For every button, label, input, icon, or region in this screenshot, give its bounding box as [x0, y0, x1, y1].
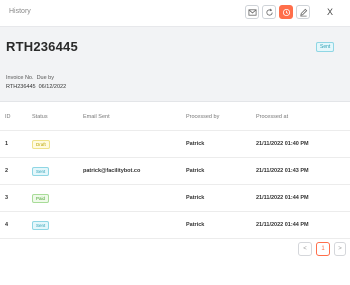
row-processed-at: 21/11/2022 01:44 PM	[256, 222, 309, 228]
table-row: 4 Sent Patrick 21/11/2022 01:44 PM	[0, 212, 350, 239]
window-title: History	[9, 8, 31, 15]
mail-icon	[247, 8, 257, 16]
refresh-icon	[265, 8, 273, 16]
row-email: patrick@facilitybot.co	[83, 168, 141, 174]
status-pill: Sent	[32, 166, 50, 176]
row-processed-by: Patrick	[186, 222, 205, 228]
prev-page-button[interactable]: <	[298, 242, 312, 256]
row-processed-by: Patrick	[186, 195, 205, 201]
row-status: Sent	[32, 158, 50, 184]
column-header-email: Email Sent	[83, 113, 110, 120]
edit-button[interactable]	[296, 5, 310, 19]
email-button[interactable]	[245, 5, 259, 19]
history-table: ID Status Email Sent Processed by Proces…	[0, 103, 350, 239]
row-processed-by: Patrick	[186, 168, 205, 174]
row-id: 3	[5, 195, 9, 201]
page-1-button[interactable]: 1	[316, 242, 330, 256]
row-status: Paid	[32, 185, 50, 211]
status-pill: Paid	[32, 193, 50, 203]
invoice-number: RTH236445	[6, 39, 78, 54]
row-processed-at: 21/11/2022 01:40 PM	[256, 141, 309, 147]
column-header-processed-at: Processed at	[256, 113, 289, 120]
status-pill: Draft	[32, 139, 50, 149]
row-id: 2	[5, 168, 9, 174]
close-button[interactable]: X	[327, 7, 333, 17]
column-header-processed-by: Processed by	[186, 113, 220, 120]
next-page-button[interactable]: >	[334, 242, 346, 256]
table-header-row: ID Status Email Sent Processed by Proces…	[0, 103, 350, 131]
row-processed-at: 21/11/2022 01:43 PM	[256, 168, 309, 174]
row-status: Draft	[32, 131, 50, 157]
table-row: 2 Sent patrick@facilitybot.co Patrick 21…	[0, 158, 350, 185]
invoice-meta-headers: Invoice No. Due by	[6, 75, 54, 81]
row-processed-at: 21/11/2022 01:44 PM	[256, 195, 309, 201]
column-header-id: ID	[5, 113, 11, 120]
table-row: 1 Draft Patrick 21/11/2022 01:40 PM	[0, 131, 350, 158]
row-id: 1	[5, 141, 9, 147]
row-id: 4	[5, 222, 9, 228]
invoice-header: RTH236445 Sent Invoice No. Due by RTH236…	[0, 26, 350, 102]
edit-icon	[299, 8, 307, 16]
clock-icon	[282, 8, 290, 16]
refresh-button[interactable]	[262, 5, 276, 19]
status-pill: Sent	[32, 220, 50, 230]
top-bar: History X	[0, 0, 350, 26]
status-badge: Sent	[316, 42, 335, 52]
row-status: Sent	[32, 212, 50, 238]
column-header-status: Status	[32, 113, 48, 120]
table-row: 3 Paid Patrick 21/11/2022 01:44 PM	[0, 185, 350, 212]
invoice-meta-values: RTH236445 06/12/2022	[6, 84, 67, 90]
history-button[interactable]	[279, 5, 293, 19]
row-processed-by: Patrick	[186, 141, 205, 147]
